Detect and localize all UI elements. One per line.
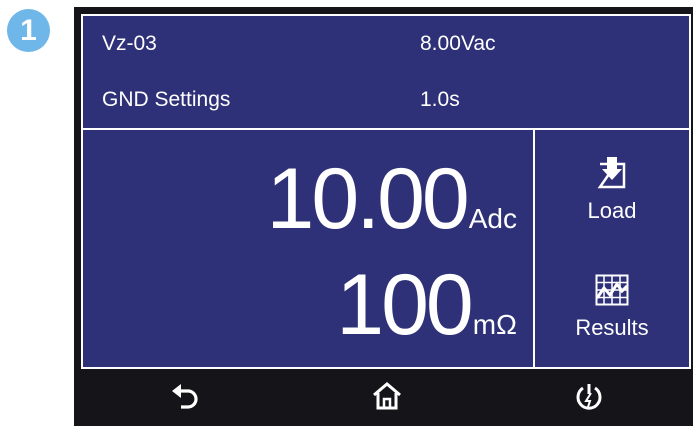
home-icon (372, 381, 402, 415)
resistance-unit: mΩ (472, 309, 517, 340)
power-button[interactable] (572, 381, 606, 415)
load-label: Load (587, 197, 637, 223)
current-unit: Adc (468, 203, 517, 234)
step-number-badge: 1 (7, 9, 50, 52)
results-label: Results (575, 314, 649, 340)
load-icon (597, 155, 627, 194)
test-voltage: 8.00Vac (420, 32, 496, 55)
bottom-navigation-bar (74, 369, 693, 426)
resistance-reading: 100 mΩ (336, 262, 517, 348)
current-value: 10.00 (266, 151, 470, 247)
home-button[interactable] (370, 381, 404, 415)
back-icon (172, 383, 200, 414)
power-icon (575, 382, 603, 415)
back-button[interactable] (169, 381, 203, 415)
device-bezel: Vz-03 8.00Vac GND Settings 1.0s 10.00 Ad… (74, 7, 693, 426)
results-icon (595, 274, 629, 311)
display-screen: Vz-03 8.00Vac GND Settings 1.0s 10.00 Ad… (81, 14, 691, 369)
settings-name: GND Settings (102, 88, 231, 111)
current-reading: 10.00 Adc (267, 156, 517, 242)
settings-row: GND Settings 1.0s (83, 72, 689, 128)
resistance-value: 100 (336, 257, 473, 353)
test-name-row: Vz-03 8.00Vac (83, 16, 689, 72)
test-name: Vz-03 (102, 32, 157, 55)
load-button[interactable]: Load (535, 130, 689, 248)
settings-time: 1.0s (420, 88, 460, 111)
results-button[interactable]: Results (535, 248, 689, 366)
